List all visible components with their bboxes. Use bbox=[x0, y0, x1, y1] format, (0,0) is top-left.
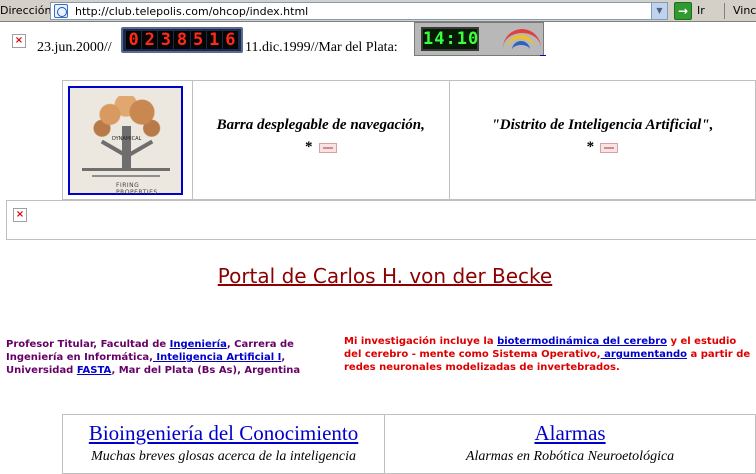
nav-district-label: "Distrito de Inteligencia Artificial", bbox=[491, 117, 714, 133]
address-url: http://club.telepolis.com/ohcop/index.ht… bbox=[75, 5, 309, 18]
mini-image-icon[interactable] bbox=[600, 142, 619, 153]
tree-branch bbox=[128, 139, 154, 157]
nav-dropdown-label: Barra desplegable de navegación, bbox=[216, 117, 425, 133]
section-cell: Alarmas Alarmas en Robótica Neuroetológi… bbox=[385, 415, 755, 473]
sections-table: Bioingeniería del Conocimiento Muchas br… bbox=[62, 414, 756, 474]
date-right: 11.dic.1999//Mar del Plata: bbox=[245, 40, 398, 55]
broken-image-icon: × bbox=[13, 208, 27, 222]
section-description: Alarmas en Robótica Neuroetológica bbox=[465, 449, 675, 464]
address-label: Dirección bbox=[0, 4, 52, 17]
link-biotermodinamica[interactable]: biotermodinámica del cerebro bbox=[497, 336, 667, 347]
research-text: Mi investigación incluye la biotermodiná… bbox=[344, 335, 756, 374]
nav-cell-district: "Distrito de Inteligencia Artificial", * bbox=[450, 81, 755, 199]
mini-image-icon[interactable] bbox=[318, 142, 337, 153]
banner-row: × bbox=[6, 200, 756, 240]
nav-district-star: * bbox=[450, 139, 755, 156]
tree-base bbox=[92, 175, 160, 177]
counter-digit: 2 bbox=[142, 31, 158, 49]
tree-trunk bbox=[122, 126, 131, 168]
counter-digit: 5 bbox=[190, 31, 206, 49]
link-ingenieria[interactable]: Ingeniería bbox=[170, 339, 227, 350]
star-text: * bbox=[586, 139, 595, 155]
section-cell: Bioingeniería del Conocimiento Muchas br… bbox=[63, 415, 386, 473]
logo-cell: DYNAMICAL FIRING PROPERTIES bbox=[63, 81, 193, 199]
nav-table: DYNAMICAL FIRING PROPERTIES Barra desple… bbox=[62, 80, 756, 200]
hit-counter: 0 2 3 8 5 1 6 bbox=[121, 27, 243, 53]
date-left: 23.jun.2000// bbox=[37, 40, 112, 55]
counter-digit: 6 bbox=[222, 31, 238, 49]
address-bar: Dirección http://club.telepolis.com/ohco… bbox=[0, 0, 756, 22]
link-argumentando[interactable]: argumentando bbox=[601, 349, 687, 360]
counter-digit: 1 bbox=[206, 31, 222, 49]
page-icon bbox=[54, 4, 68, 18]
go-arrow-icon[interactable]: → bbox=[674, 2, 692, 20]
profile-text: Profesor Titular, Facultad de Ingeniería… bbox=[6, 338, 316, 377]
section-description: Muchas breves glosas acerca de la inteli… bbox=[91, 449, 356, 464]
page-title: Portal de Carlos H. von der Becke bbox=[217, 264, 553, 288]
counter-digit: 3 bbox=[158, 31, 174, 49]
research-text-part: Mi investigación incluye la bbox=[344, 336, 498, 347]
section-link-alarmas[interactable]: Alarmas bbox=[385, 421, 755, 446]
firing-properties-logo[interactable]: DYNAMICAL FIRING PROPERTIES bbox=[68, 86, 183, 196]
chevron-down-icon[interactable]: ▼ bbox=[651, 3, 667, 19]
tree-base bbox=[82, 168, 170, 171]
clock-widget[interactable]: 14:10 bbox=[414, 22, 544, 56]
go-button[interactable]: Ir bbox=[697, 4, 705, 17]
logo-tag: DYNAMICAL bbox=[112, 136, 142, 142]
toolbar-separator bbox=[724, 3, 725, 19]
section-link-bioingenieria[interactable]: Bioingeniería del Conocimiento bbox=[63, 421, 384, 446]
broken-image-icon: × bbox=[12, 34, 26, 48]
rainbow-logo-icon bbox=[503, 29, 541, 49]
links-button[interactable]: Vincu bbox=[733, 4, 756, 17]
link-fasta[interactable]: FASTA bbox=[77, 365, 112, 376]
counter-digit: 8 bbox=[174, 31, 190, 49]
counter-digit: 0 bbox=[126, 31, 142, 49]
logo-caption: FIRING PROPERTIES bbox=[116, 182, 158, 196]
clock-time: 14:10 bbox=[421, 27, 480, 51]
clock-link[interactable] bbox=[540, 44, 546, 56]
address-input[interactable]: http://club.telepolis.com/ohcop/index.ht… bbox=[50, 2, 668, 20]
nav-cell-dropdown: Barra desplegable de navegación, * bbox=[193, 81, 450, 199]
profile-text-part: , Mar del Plata (Bs As), Argentina bbox=[111, 365, 301, 376]
profile-text-part: Profesor Titular, Facultad de bbox=[6, 339, 170, 350]
link-inteligencia-artificial[interactable]: Inteligencia Artificial I bbox=[153, 352, 281, 363]
nav-dropdown-star: * bbox=[193, 139, 449, 156]
star-text: * bbox=[305, 139, 313, 155]
